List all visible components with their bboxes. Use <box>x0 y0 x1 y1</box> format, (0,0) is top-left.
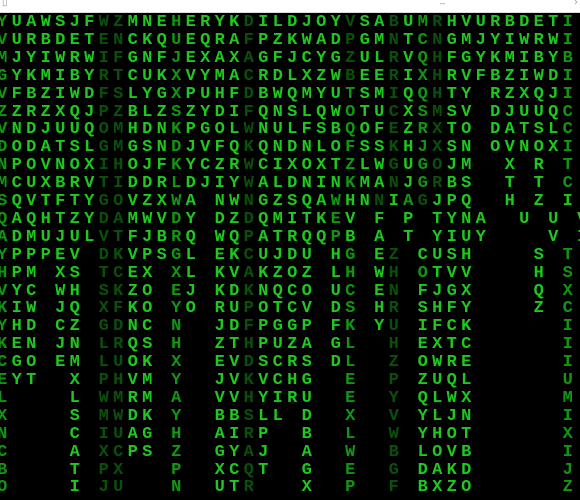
matrix-glyph: N <box>171 478 182 498</box>
matrix-glyph: T <box>229 478 240 498</box>
close-icon[interactable]: › <box>574 0 578 8</box>
app-icon: ▯ <box>2 0 8 8</box>
matrix-glyph: O <box>461 478 472 498</box>
matrix-glyph: Z <box>446 478 457 498</box>
matrix-glyph: X <box>301 478 312 498</box>
matrix-glyph: Z <box>562 478 573 498</box>
matrix-row: OIJUNUTRXPFBXZOZ <box>0 478 580 498</box>
matrix-glyph: X <box>432 478 443 498</box>
matrix-glyph: U <box>214 478 225 498</box>
matrix-glyph: U <box>113 478 124 498</box>
matrix-glyph: R <box>243 478 254 498</box>
matrix-glyph: B <box>417 478 428 498</box>
matrix-rain-canvas: YUAWSJFWZMNEHERYKDILDJOYVSABUMRHVURBDETI… <box>0 13 580 500</box>
title-bar: ▯ _ › <box>0 0 580 13</box>
matrix-glyph: J <box>98 478 109 498</box>
minimize-icon[interactable]: _ <box>440 0 445 5</box>
matrix-glyph: P <box>345 478 356 498</box>
matrix-glyph: I <box>69 478 80 498</box>
matrix-glyph: F <box>388 478 399 498</box>
matrix-glyph: O <box>0 478 8 498</box>
